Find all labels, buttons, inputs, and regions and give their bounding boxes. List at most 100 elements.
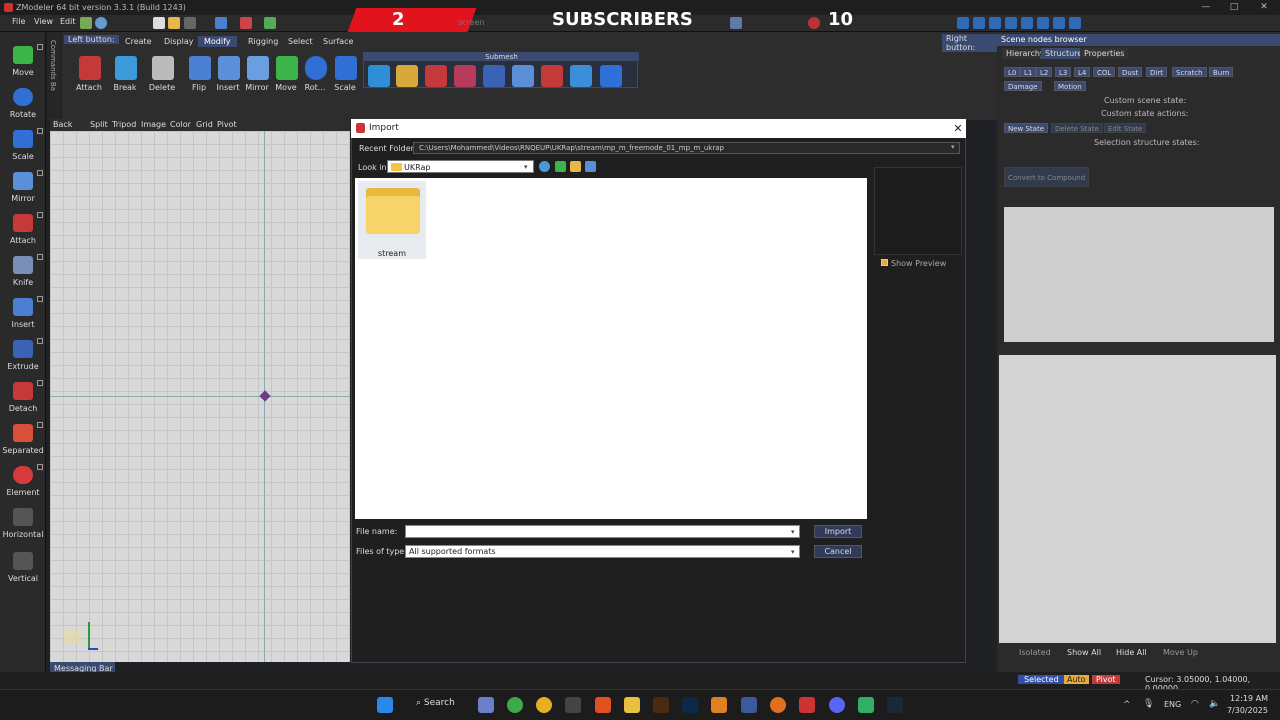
up-folder-icon[interactable]	[555, 161, 566, 172]
structure-list[interactable]	[1004, 207, 1274, 342]
maximize-icon[interactable]: □	[1220, 0, 1248, 15]
tab-create[interactable]: Create	[119, 36, 158, 47]
new-file-icon[interactable]	[153, 17, 165, 29]
view-icon-4[interactable]	[1005, 17, 1017, 29]
view-icon-1[interactable]	[957, 17, 969, 29]
isolated-button[interactable]: Isolated	[1019, 648, 1051, 657]
tool-move[interactable]: Move	[0, 42, 46, 84]
submesh-tool-7-icon[interactable]	[541, 65, 563, 87]
file-name-input[interactable]	[405, 525, 800, 538]
app-icon-4[interactable]	[565, 697, 581, 713]
tool-options-icon[interactable]	[37, 44, 43, 50]
microphone-icon[interactable]: 🎙	[1143, 699, 1154, 709]
chevron-down-icon[interactable]: ▾	[524, 163, 528, 171]
recent-folders-dropdown[interactable]: C:\Users\Mohammed\Videos\RNQEUP\UKRap\st…	[413, 142, 960, 154]
submesh-tool-3-icon[interactable]	[425, 65, 447, 87]
steam-icon[interactable]	[887, 697, 903, 713]
lod-chip-burn[interactable]: Burn	[1209, 67, 1234, 77]
look-in-dropdown[interactable]: UKRap	[387, 160, 534, 173]
scale-button[interactable]: Scale	[330, 54, 360, 114]
tool-options-icon[interactable]	[37, 296, 43, 302]
tool-options-icon[interactable]	[37, 338, 43, 344]
tab-surface[interactable]: Surface	[317, 36, 359, 47]
delete-state-button[interactable]: Delete State	[1051, 123, 1103, 133]
app-icon-14[interactable]	[858, 697, 874, 713]
edit-state-button[interactable]: Edit State	[1104, 123, 1147, 133]
viewport-tripod[interactable]: Tripod	[112, 120, 136, 129]
motion-dropdown[interactable]: Motion	[1054, 81, 1086, 91]
settings-icon[interactable]	[80, 17, 92, 29]
illustrator-icon[interactable]	[653, 697, 669, 713]
close-icon[interactable]: ✕	[1250, 0, 1278, 15]
viewport-image[interactable]: Image	[141, 120, 166, 129]
tool-options-icon[interactable]	[37, 170, 43, 176]
submesh-tool-9-icon[interactable]	[600, 65, 622, 87]
view-icon-3[interactable]	[989, 17, 1001, 29]
app-icon-1[interactable]	[478, 697, 494, 713]
volume-icon[interactable]: 🔈	[1209, 699, 1220, 709]
file-list[interactable]	[355, 178, 867, 519]
app-icon-3[interactable]	[536, 697, 552, 713]
tool-insert[interactable]: Insert	[0, 294, 46, 336]
lod-chip-l3[interactable]: L3	[1055, 67, 1072, 77]
submesh-tool-5-icon[interactable]	[483, 65, 505, 87]
break-button[interactable]: Break	[110, 54, 140, 114]
tab-rigging[interactable]: Rigging	[242, 36, 284, 47]
chevron-down-icon[interactable]: ▾	[951, 143, 955, 151]
lod-chip-l1[interactable]: L1	[1020, 67, 1037, 77]
tool-extrude[interactable]: Extrude	[0, 336, 46, 378]
tool-detach[interactable]: Detach	[0, 378, 46, 420]
lod-chip-col[interactable]: COL	[1093, 67, 1116, 77]
taskbar-search[interactable]: ⌕ Search	[416, 698, 458, 712]
help-icon[interactable]	[95, 17, 107, 29]
save-icon[interactable]	[184, 17, 196, 29]
submesh-tool-8-icon[interactable]	[570, 65, 592, 87]
viewport-grid[interactable]: Grid	[196, 120, 213, 129]
wifi-icon[interactable]: ◠	[1191, 699, 1199, 709]
lod-chip-l4[interactable]: L4	[1074, 67, 1091, 77]
pivot-mode[interactable]: Pivot	[1092, 675, 1120, 684]
convert-to-compound-button[interactable]: Convert to Compound	[1004, 167, 1090, 187]
brave-icon[interactable]	[595, 697, 611, 713]
taskbar-date[interactable]: 7/30/2025	[1226, 706, 1268, 715]
lod-chip-l0[interactable]: L0	[1004, 67, 1021, 77]
tool-knife[interactable]: Knife	[0, 252, 46, 294]
lod-chip-dirt[interactable]: Dirt	[1146, 67, 1167, 77]
open-folder-icon[interactable]	[168, 17, 180, 29]
menu-view[interactable]: View	[34, 17, 53, 26]
tool-separated[interactable]: Separated	[0, 420, 46, 462]
tool-options-icon[interactable]	[37, 212, 43, 218]
show-preview-checkbox[interactable]	[881, 259, 888, 266]
damage-dropdown[interactable]: Damage	[1004, 81, 1042, 91]
minimize-icon[interactable]: —	[1192, 0, 1220, 15]
new-state-button[interactable]: New State	[1004, 123, 1049, 133]
lod-chip-scratch[interactable]: Scratch	[1172, 67, 1207, 77]
files-of-type-dropdown[interactable]: All supported formats	[405, 545, 800, 558]
attach-button[interactable]: Attach	[74, 54, 104, 114]
blender-icon[interactable]	[770, 697, 786, 713]
chevron-down-icon[interactable]: ▾	[791, 528, 795, 536]
back-icon[interactable]	[539, 161, 550, 172]
cancel-button[interactable]: Cancel	[814, 545, 862, 558]
submesh-tool-1-icon[interactable]	[368, 65, 390, 87]
view-icon-5[interactable]	[1021, 17, 1033, 29]
tab-select[interactable]: Select	[282, 36, 319, 47]
tab-modify[interactable]: Modify	[198, 36, 237, 47]
tool-horizontal[interactable]: Horizontal	[0, 504, 46, 546]
chrome-icon[interactable]	[507, 697, 523, 713]
app-icon-10[interactable]	[741, 697, 757, 713]
render-icon[interactable]	[730, 17, 742, 29]
tool-rotate[interactable]: Rotate	[0, 84, 46, 126]
menu-edit[interactable]: Edit	[60, 17, 76, 26]
viewport-split[interactable]: Split	[90, 120, 108, 129]
import-button[interactable]: Import	[814, 525, 862, 538]
tab-properties[interactable]: Properties	[1080, 48, 1129, 59]
show-all-button[interactable]: Show All	[1067, 648, 1101, 657]
viewport-back[interactable]: Back	[53, 120, 72, 129]
view-menu-icon[interactable]	[585, 161, 596, 172]
app-icon-9[interactable]	[711, 697, 727, 713]
selected-mode[interactable]: Selected	[1018, 675, 1065, 684]
view-icon-7[interactable]	[1053, 17, 1065, 29]
move-up-button[interactable]: Move Up	[1163, 648, 1198, 657]
tool-options-icon[interactable]	[37, 254, 43, 260]
